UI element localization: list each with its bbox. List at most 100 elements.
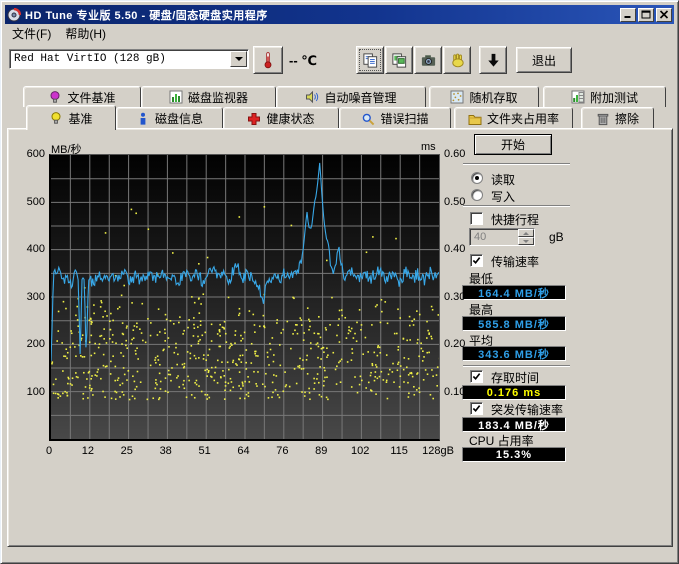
save-down-button[interactable]	[479, 46, 507, 74]
minimize-icon	[623, 10, 633, 19]
right-axis-title: ms	[421, 141, 436, 153]
titlebar: HD Tune 专业版 5.50 - 硬盘/固态硬盘实用程序	[5, 5, 674, 24]
separator	[463, 205, 570, 207]
menu-help[interactable]: 帮助(H)	[58, 23, 113, 44]
check-icon	[472, 372, 481, 381]
copy-text-button[interactable]	[356, 46, 384, 74]
random-dots-icon	[450, 90, 464, 104]
chevron-up-icon	[523, 232, 529, 235]
tab-folder-usage[interactable]: 文件夹占用率	[454, 107, 573, 129]
tab-label: 健康状态	[266, 110, 314, 127]
access-time-checkbox[interactable]	[470, 370, 483, 383]
spinner-up-button[interactable]	[518, 229, 534, 237]
tab-label: 附加测试	[590, 89, 638, 106]
exit-button-label: 退出	[532, 52, 556, 69]
capacity-value: 40	[470, 229, 518, 245]
min-value-display: 164.4 MB/秒	[462, 285, 566, 300]
extra-tests-icon	[571, 90, 585, 104]
app-window: HD Tune 专业版 5.50 - 硬盘/固态硬盘实用程序 文件(F) 帮助(…	[0, 0, 679, 564]
info-icon	[136, 112, 150, 126]
axis-tick-label: 0.50	[444, 196, 465, 208]
grab-results-button[interactable]	[443, 46, 471, 74]
tab-file-benchmark[interactable]: 文件基准	[23, 86, 141, 107]
tab-erase[interactable]: 擦除	[581, 107, 654, 129]
tab-disk-monitor[interactable]: 磁盘监视器	[141, 86, 276, 107]
drive-select-arrow[interactable]	[230, 51, 247, 67]
tab-random-access[interactable]: 随机存取	[429, 86, 539, 107]
tab-disk-info[interactable]: 磁盘信息	[116, 107, 223, 129]
burst-rate-checkbox[interactable]	[470, 402, 483, 415]
tab-error-scan[interactable]: 错误扫描	[339, 107, 451, 129]
speaker-icon	[305, 90, 319, 104]
copy-image-button[interactable]	[385, 46, 413, 74]
radio-dot	[475, 176, 479, 180]
copy-image-icon	[391, 52, 408, 69]
read-label: 读取	[491, 171, 515, 188]
write-label: 写入	[491, 188, 515, 205]
maximize-button[interactable]	[638, 8, 654, 22]
menubar: 文件(F) 帮助(H)	[5, 24, 674, 43]
separator	[463, 163, 570, 165]
screenshot-button[interactable]	[414, 46, 442, 74]
arrow-down-icon	[485, 52, 502, 69]
tab-health[interactable]: 健康状态	[223, 107, 339, 129]
window-title: HD Tune 专业版 5.50 - 硬盘/固态硬盘实用程序	[25, 7, 618, 23]
check-icon	[472, 404, 481, 413]
thermometer-icon	[261, 51, 275, 69]
bar-chart-icon	[169, 90, 183, 104]
axis-tick-label: 128gB	[422, 445, 454, 457]
max-value-display: 585.8 MB/秒	[462, 316, 566, 331]
transfer-rate-label: 传输速率	[491, 253, 539, 270]
minimize-button[interactable]	[620, 8, 636, 22]
bulb-purple-icon	[48, 90, 62, 104]
axis-tick-label: 200	[21, 338, 45, 350]
axis-tick-label: 100	[21, 386, 45, 398]
axis-tick-label: 51	[198, 445, 210, 457]
exit-button[interactable]: 退出	[516, 47, 572, 73]
burst-rate-label: 突发传输速率	[491, 401, 563, 418]
chevron-down-icon	[235, 57, 243, 61]
app-icon	[7, 8, 21, 22]
drive-select[interactable]: Red Hat VirtIO (128 gB)	[9, 49, 249, 69]
axis-tick-label: 600	[21, 148, 45, 160]
transfer-rate-checkbox[interactable]	[470, 254, 483, 267]
axis-tick-label: 0.40	[444, 243, 465, 255]
temperature-readout: -- ℃	[289, 53, 317, 69]
tab-label: 文件基准	[67, 89, 115, 106]
copy-text-icon	[362, 52, 379, 69]
tab-label: 磁盘信息	[155, 110, 203, 127]
start-button-label: 开始	[501, 136, 525, 153]
chart-canvas	[51, 155, 439, 439]
drive-select-value: Red Hat VirtIO (128 gB)	[10, 53, 230, 65]
menu-file[interactable]: 文件(F)	[5, 23, 58, 44]
axis-tick-label: 0.30	[444, 291, 465, 303]
read-radio[interactable]	[471, 172, 483, 184]
tab-extra-tests[interactable]: 附加测试	[543, 86, 666, 107]
hand-icon	[449, 52, 466, 69]
axis-tick-label: 300	[21, 291, 45, 303]
burst-rate-display: 183.4 MB/秒	[462, 417, 566, 432]
capacity-unit-label: gB	[549, 230, 564, 244]
axis-tick-label: 0	[46, 445, 52, 457]
axis-tick-label: 76	[276, 445, 288, 457]
short-stroke-checkbox[interactable]	[470, 212, 483, 225]
temperature-button[interactable]	[253, 46, 283, 74]
tab-label: 磁盘监视器	[188, 89, 248, 106]
cpu-usage-display: 15.3%	[462, 447, 566, 462]
close-button[interactable]	[656, 8, 672, 22]
maximize-icon	[641, 10, 651, 19]
axis-tick-label: 89	[315, 445, 327, 457]
spinner-down-button[interactable]	[518, 237, 534, 245]
tab-benchmark-active[interactable]: 基准	[26, 105, 116, 130]
write-radio[interactable]	[471, 189, 483, 201]
bulb-yellow-icon	[49, 111, 63, 125]
health-cross-icon	[247, 112, 261, 126]
start-button[interactable]: 开始	[474, 134, 552, 155]
axis-tick-label: 400	[21, 243, 45, 255]
tab-label: 自动噪音管理	[324, 89, 396, 106]
capacity-spinner[interactable]: 40	[469, 228, 535, 246]
folder-icon	[468, 112, 482, 126]
avg-value-display: 343.6 MB/秒	[462, 346, 566, 361]
tab-aam[interactable]: 自动噪音管理	[276, 86, 426, 107]
tab-label: 随机存取	[469, 89, 517, 106]
